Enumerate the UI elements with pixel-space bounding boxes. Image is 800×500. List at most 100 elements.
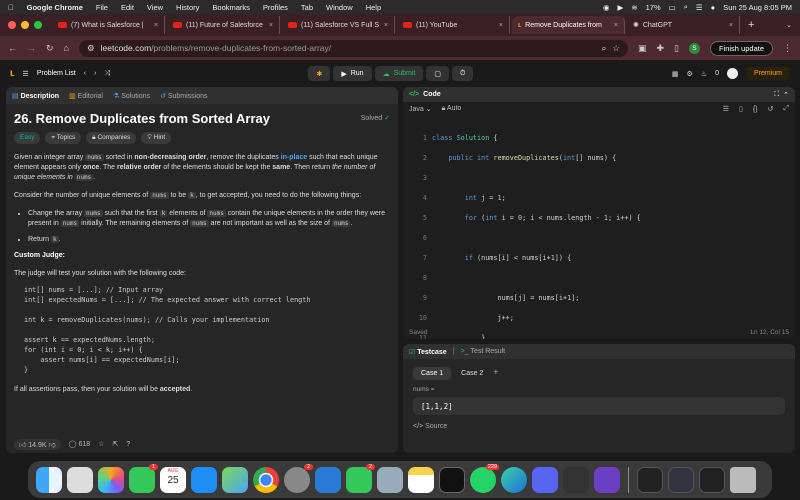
url-bar[interactable]: ⚙ leetcode.com/problems/remove-duplicate… (78, 39, 628, 57)
finish-update-button[interactable]: Finish update (709, 40, 773, 56)
case-1-tab[interactable]: Case 1 (413, 367, 452, 380)
terminal-icon[interactable] (439, 466, 465, 493)
play-icon[interactable]: ▶ (618, 3, 624, 12)
close-window-button[interactable] (8, 21, 16, 29)
browser-tab[interactable]: ✺ ChatGPT × (627, 16, 740, 34)
apple-icon[interactable]:  (8, 3, 14, 12)
browser-tab[interactable]: (11) YouTube × (397, 16, 510, 34)
sidebar-icon[interactable]: ▯ (674, 43, 679, 54)
close-icon[interactable]: × (154, 22, 158, 29)
code-editor[interactable]: 1 class Solution { 2 public int removeDup… (403, 123, 795, 339)
edge-icon[interactable] (501, 466, 527, 493)
list-icon[interactable]: ☰ (23, 70, 29, 78)
difficulty-badge[interactable]: Easy (14, 132, 41, 144)
layout-icon[interactable]: ▦ (672, 70, 679, 78)
clock[interactable]: Sun 25 Aug 8:05 PM (723, 3, 792, 12)
back-icon[interactable]: ← (8, 43, 17, 53)
format-icon[interactable]: ☰ (723, 105, 729, 113)
wifi-icon[interactable]: ≋ (631, 3, 637, 12)
shuffle-icon[interactable]: ⤨ (104, 70, 110, 78)
next-problem-icon[interactable]: › (94, 70, 96, 77)
finder-icon[interactable] (36, 466, 62, 493)
vscode-icon[interactable] (315, 466, 341, 493)
record-icon[interactable]: ◉ (603, 3, 610, 12)
browser-tab-active[interactable]: ʟ Remove Duplicates from × (512, 16, 625, 34)
case-2-tab[interactable]: Case 2 (453, 367, 491, 380)
language-select[interactable]: Java ⌄ (409, 105, 432, 113)
notes-icon[interactable] (408, 466, 434, 493)
menu-tab[interactable]: Tab (301, 3, 313, 12)
menu-file[interactable]: File (96, 3, 108, 12)
menu-bookmarks[interactable]: Bookmarks (212, 3, 250, 12)
zoom-icon[interactable]: ⌕ (602, 43, 607, 54)
tab-description[interactable]: ▤ Description (12, 92, 59, 100)
menu-window[interactable]: Window (326, 3, 353, 12)
tab-submissions[interactable]: ↺ Submissions (160, 92, 208, 100)
comments-button[interactable]: ◯ 618 (69, 440, 90, 448)
source-link[interactable]: </> Source (403, 419, 795, 434)
forward-icon[interactable]: → (27, 43, 36, 53)
search-icon[interactable]: ⌕ (684, 2, 688, 12)
window-thumbnail[interactable] (699, 466, 725, 493)
launchpad-icon[interactable] (67, 466, 93, 493)
home-icon[interactable]: ⌂ (64, 43, 69, 53)
zoom-window-button[interactable] (34, 21, 42, 29)
more-menu-icon[interactable]: ⋮ (783, 43, 792, 54)
avatar[interactable]: S (688, 42, 700, 54)
browser-tab[interactable]: (11) Salesforce VS Full S × (282, 16, 395, 34)
auto-mode[interactable]: 🔒︎ Auto (442, 105, 462, 113)
fire-icon[interactable]: ♨ (701, 70, 707, 78)
browser-tab[interactable]: (7) What is Salesforce | × (52, 16, 165, 34)
calendar-icon[interactable]: AUG 25 (160, 466, 186, 493)
premium-button[interactable]: Premium (745, 67, 790, 80)
tab-solutions[interactable]: ⚗ Solutions (113, 92, 150, 100)
close-icon[interactable]: × (384, 22, 388, 29)
menu-history[interactable]: History (176, 3, 199, 12)
problem-list-link[interactable]: Problem List (37, 70, 76, 77)
add-case-icon[interactable]: + (493, 367, 498, 377)
site-info-icon[interactable]: ⚙ (87, 43, 95, 54)
system-settings-icon[interactable]: 2 (284, 463, 313, 493)
user-avatar[interactable] (726, 68, 738, 79)
hint-chip[interactable]: 💡︎ Hint (141, 132, 172, 144)
close-icon[interactable]: × (269, 22, 273, 29)
extension-icon[interactable]: ▣ (638, 43, 647, 54)
tab-test-result[interactable]: >_ Test Result (461, 348, 505, 355)
close-icon[interactable]: × (499, 22, 503, 29)
topics-chip[interactable]: ⌖ Topics (45, 132, 82, 144)
maximize-icon[interactable]: ⛶ (774, 91, 779, 99)
debug-button[interactable]: ✱ (308, 66, 331, 81)
note-button[interactable]: ▢ (426, 66, 449, 81)
starred-app-icon[interactable] (594, 466, 620, 493)
reset-icon[interactable]: ↺ (768, 105, 774, 113)
menu-help[interactable]: Help (366, 3, 381, 12)
whatsapp-icon[interactable]: 229 (470, 463, 499, 493)
menu-view[interactable]: View (147, 3, 163, 12)
davinci-icon[interactable] (563, 466, 589, 493)
braces-icon[interactable]: {} (753, 106, 758, 113)
preview-icon[interactable] (377, 466, 403, 493)
chrome-icon[interactable] (253, 466, 279, 493)
in-place-link[interactable]: in-place (281, 154, 307, 161)
maps-icon[interactable] (222, 466, 248, 493)
trash-icon[interactable] (730, 466, 756, 493)
battery-icon[interactable]: ▭ (669, 3, 676, 12)
timer-button[interactable]: ⏱ (451, 66, 474, 81)
puzzle-icon[interactable]: ✚ (656, 43, 664, 54)
leetcode-logo-icon[interactable]: ʟ (10, 68, 15, 79)
window-thumbnail[interactable] (668, 466, 694, 493)
photos-icon[interactable] (98, 466, 124, 493)
tab-testcase[interactable]: ☑ Testcase (409, 348, 447, 356)
companies-chip[interactable]: 🔒︎ Companies (86, 132, 137, 144)
tab-editorial[interactable]: ▥ Editorial (69, 92, 103, 100)
menu-profiles[interactable]: Profiles (263, 3, 288, 12)
nums-input[interactable]: [1,1,2] (413, 397, 785, 415)
reload-icon[interactable]: ↻ (46, 43, 54, 54)
like-button[interactable]: 👍︎ 14.9K 👎︎ (14, 438, 61, 450)
fullscreen-icon[interactable]: ⤢ (783, 105, 789, 113)
close-icon[interactable]: × (614, 22, 618, 29)
messages-icon[interactable]: 2 (346, 463, 375, 493)
prev-problem-icon[interactable]: ‹ (84, 70, 86, 77)
run-button[interactable]: ▶ Run (333, 66, 372, 81)
new-tab-button[interactable]: + (742, 19, 760, 31)
